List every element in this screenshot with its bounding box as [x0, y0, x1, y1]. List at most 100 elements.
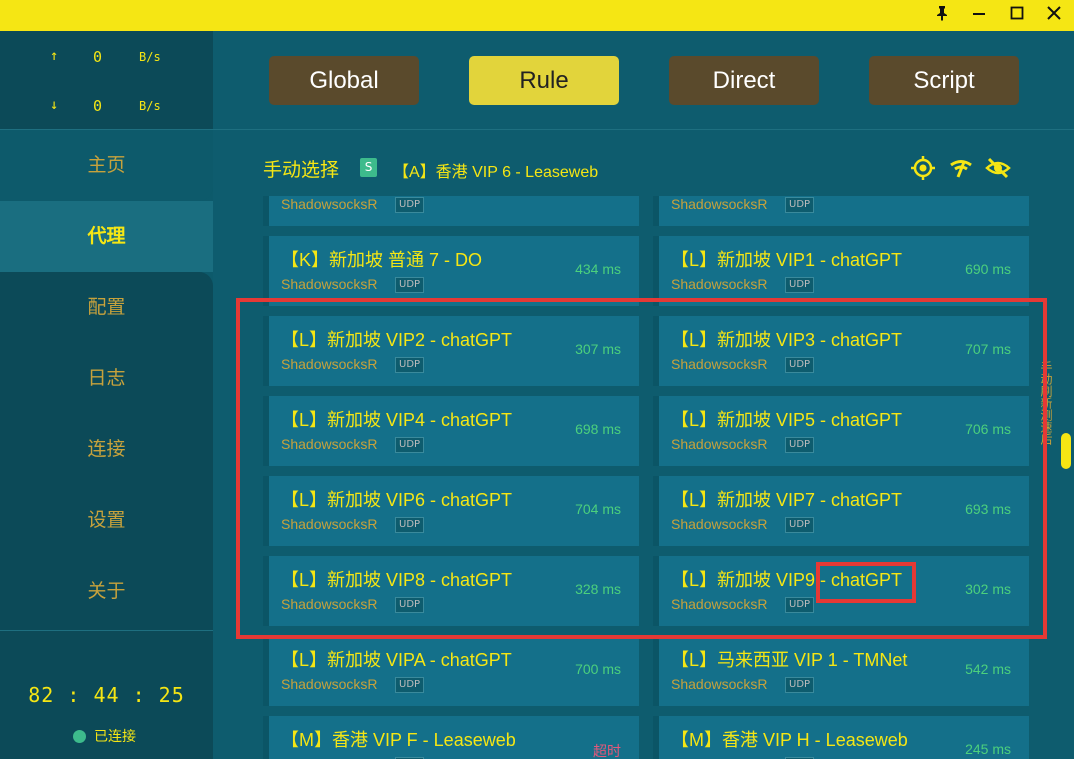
proxy-delay[interactable]: 307 ms — [575, 341, 621, 357]
mode-bar: Global Rule Direct Script — [213, 31, 1074, 130]
proxy-type: ShadowsocksR — [671, 436, 768, 452]
proxy-delay[interactable]: 434 ms — [575, 261, 621, 277]
proxy-type: ShadowsocksR — [671, 596, 768, 612]
status-dot-icon — [73, 730, 86, 743]
download-value: 0 — [93, 97, 103, 115]
pin-icon[interactable] — [929, 4, 955, 28]
proxy-card[interactable]: 【L】新加坡 VIP2 - chatGPT ShadowsocksR UDP 307 … — [263, 316, 639, 386]
sidebar-item-settings[interactable]: 设置 — [0, 485, 213, 556]
locate-icon[interactable] — [910, 155, 936, 181]
udp-badge: UDP — [785, 357, 815, 373]
download-arrow-icon: ↓ — [50, 97, 59, 113]
minimize-icon[interactable] — [966, 4, 992, 28]
scrollbar-thumb[interactable] — [1061, 433, 1071, 469]
download-speed: ↓ 0 B/s — [0, 97, 213, 121]
mode-rule-button[interactable]: Rule — [469, 56, 619, 105]
proxy-name: 【L】马来西亚 VIP 1 - TMNet — [671, 650, 908, 670]
proxy-card[interactable]: 【L】新加坡 VIP3 - chatGPT ShadowsocksR UDP 707 … — [653, 316, 1029, 386]
proxy-name: 【K】新加坡 普通 7 - DO — [281, 250, 483, 270]
proxy-name: 【L】新加坡 VIP4 - chatGPT — [281, 410, 513, 430]
upload-arrow-icon: ↑ — [50, 48, 59, 64]
proxy-card[interactable]: ShadowsocksR UDP 302 ms — [263, 196, 639, 226]
proxy-delay[interactable]: 706 ms — [965, 421, 1011, 437]
main-panel: Global Rule Direct Script 手动选择 S 【A】香港 V… — [213, 31, 1074, 759]
upload-value: 0 — [93, 48, 103, 66]
uptime-timer: 82 : 44 : 25 — [28, 683, 185, 707]
udp-badge: UDP — [785, 437, 815, 453]
proxy-delay[interactable]: 707 ms — [965, 341, 1011, 357]
proxy-delay[interactable]: 302 ms — [965, 581, 1011, 597]
proxy-type: ShadowsocksR — [281, 516, 378, 532]
proxy-delay[interactable]: 超时 — [593, 741, 621, 759]
close-icon[interactable] — [1041, 4, 1067, 28]
proxy-name: 【L】新加坡 VIPA - chatGPT — [281, 650, 512, 670]
proxy-delay[interactable]: 690 ms — [965, 261, 1011, 277]
proxy-delay[interactable]: 405 ms — [965, 196, 1011, 197]
proxy-type: ShadowsocksR — [671, 676, 768, 692]
mode-global-button[interactable]: Global — [269, 56, 419, 105]
mode-direct-button[interactable]: Direct — [669, 56, 819, 105]
proxy-delay[interactable]: 704 ms — [575, 501, 621, 517]
mode-script-button[interactable]: Script — [869, 56, 1019, 105]
proxy-type: ShadowsocksR — [281, 356, 378, 372]
proxy-card[interactable]: 【L】新加坡 VIP9 - chatGPT ShadowsocksR UDP 302 … — [653, 556, 1029, 626]
sidebar-nav: 主页 代理 配置 日志 连接 设置 关于 — [0, 130, 213, 627]
proxy-card[interactable]: 【L】新加坡 VIP5 - chatGPT ShadowsocksR UDP 706 … — [653, 396, 1029, 466]
proxy-delay[interactable]: 245 ms — [965, 741, 1011, 757]
proxy-card[interactable]: 【L】新加坡 VIP4 - chatGPT ShadowsocksR UDP 698 … — [263, 396, 639, 466]
proxy-name: 【L】新加坡 VIP5 - chatGPT — [671, 410, 903, 430]
proxy-name: 【L】新加坡 VIP1 - chatGPT — [671, 250, 903, 270]
connection-status: 已连接 — [73, 726, 136, 746]
upload-unit: B/s — [139, 50, 161, 64]
sidebar-item-home[interactable]: 主页 — [0, 130, 213, 201]
hide-icon[interactable] — [985, 155, 1011, 181]
proxy-delay[interactable]: 302 ms — [575, 196, 621, 197]
title-bar — [0, 0, 1074, 31]
proxy-name: 【L】新加坡 VIP3 - chatGPT — [671, 330, 903, 350]
proxy-card[interactable]: 【L】新加坡 VIP7 - chatGPT ShadowsocksR UDP 693 … — [653, 476, 1029, 546]
sidebar-item-about[interactable]: 关于 — [0, 556, 213, 627]
proxy-name: 【L】新加坡 VIP9 - chatGPT — [671, 570, 903, 590]
proxy-delay[interactable]: 693 ms — [965, 501, 1011, 517]
proxy-delay[interactable]: 700 ms — [575, 661, 621, 677]
proxy-card[interactable]: 【M】香港 VIP F - LeasewebShadowsocksRUDP超时 — [263, 716, 639, 759]
sidebar-item-connections[interactable]: 连接 — [0, 414, 213, 485]
udp-badge: UDP — [395, 357, 425, 373]
sidebar-item-proxies[interactable]: 代理 — [0, 201, 213, 272]
group-selected-proxy: 【A】香港 VIP 6 - Leaseweb — [393, 164, 599, 181]
proxy-card[interactable]: 【L】新加坡 VIP8 - chatGPT ShadowsocksR UDP 328 … — [263, 556, 639, 626]
udp-badge: UDP — [395, 597, 425, 613]
proxy-name: 【L】新加坡 VIP2 - chatGPT — [281, 330, 513, 350]
proxy-card[interactable]: 【L】新加坡 VIP1 - chatGPT ShadowsocksR UDP 690 … — [653, 236, 1029, 306]
proxy-name: 【L】新加坡 VIP6 - chatGPT — [281, 490, 513, 510]
download-unit: B/s — [139, 99, 161, 113]
proxy-type: ShadowsocksR — [671, 276, 768, 292]
side-hint-text: 手动刷新测速后 — [1039, 361, 1053, 445]
proxy-list[interactable]: ShadowsocksR UDP 302 ms ShadowsocksR UDP 405 … — [253, 196, 1043, 759]
maximize-icon[interactable] — [1004, 4, 1030, 28]
udp-badge: UDP — [785, 677, 815, 693]
proxy-card[interactable]: 【L】马来西亚 VIP 1 - TMNet ShadowsocksR UDP 542 … — [653, 636, 1029, 706]
proxy-card[interactable]: 【M】香港 VIP H - LeasewebShadowsocksRUDP245… — [653, 716, 1029, 759]
wifi-icon[interactable] — [948, 155, 974, 181]
udp-badge: UDP — [785, 517, 815, 533]
proxy-card[interactable]: ShadowsocksR UDP 405 ms — [653, 196, 1029, 226]
proxy-delay[interactable]: 542 ms — [965, 661, 1011, 677]
sidebar: ↑ 0 B/s ↓ 0 B/s 主页 代理 配置 日志 连接 设置 关于 82 … — [0, 31, 213, 759]
proxy-card[interactable]: 【L】新加坡 VIPA - chatGPT ShadowsocksR UDP 700 … — [263, 636, 639, 706]
proxy-type: ShadowsocksR — [671, 516, 768, 532]
udp-badge: UDP — [785, 597, 815, 613]
proxy-delay[interactable]: 698 ms — [575, 421, 621, 437]
group-title: 手动选择 — [263, 159, 340, 181]
sidebar-item-logs[interactable]: 日志 — [0, 343, 213, 414]
proxy-card[interactable]: 【L】新加坡 VIP6 - chatGPT ShadowsocksR UDP 704 … — [263, 476, 639, 546]
traffic-panel: ↑ 0 B/s ↓ 0 B/s — [0, 31, 213, 130]
upload-speed: ↑ 0 B/s — [0, 48, 213, 72]
proxy-card[interactable]: 【K】新加坡 普通 7 - DO ShadowsocksR UDP 434 ms — [263, 236, 639, 306]
proxy-type: ShadowsocksR — [671, 356, 768, 372]
proxy-type: ShadowsocksR — [281, 436, 378, 452]
sidebar-item-profiles[interactable]: 配置 — [0, 272, 213, 343]
sidebar-footer: 82 : 44 : 25 已连接 — [0, 630, 213, 759]
proxy-delay[interactable]: 328 ms — [575, 581, 621, 597]
proxy-type: ShadowsocksR — [281, 596, 378, 612]
